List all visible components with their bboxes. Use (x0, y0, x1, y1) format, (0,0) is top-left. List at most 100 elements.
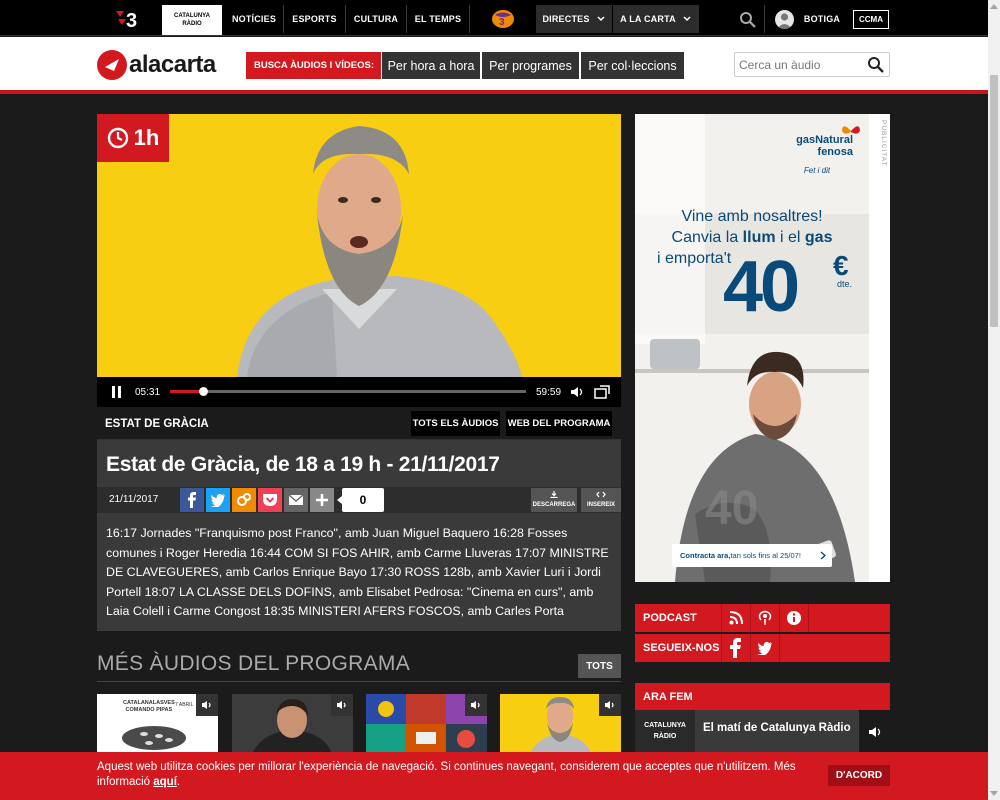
ccma-logo[interactable]: CCMA (853, 10, 889, 29)
empty-cell (779, 634, 890, 662)
ad-brand-subname: fenosa (817, 146, 853, 158)
audio-thumbnail-2[interactable] (232, 694, 353, 754)
rss-button[interactable] (721, 604, 750, 632)
ad-currency: € (833, 250, 849, 281)
scroll-down-arrow-icon[interactable] (990, 791, 998, 796)
advertisement[interactable]: 40 gasNatural fenosa Fet i dit Vine amb … (635, 114, 890, 582)
podcast-bar: PODCAST (635, 604, 890, 632)
info-button[interactable] (779, 604, 808, 632)
catalunya-radio-logo[interactable]: CATALUNYA RÀDIO (162, 5, 222, 35)
accept-cookies-button[interactable]: D'ACORD (828, 765, 890, 786)
alacarta-logo[interactable]: alacarta (97, 50, 216, 80)
seeds-image (122, 726, 186, 750)
follow-us-label: SEGUEIX-NOS (643, 642, 720, 654)
ad-tagline: Fet i dit (803, 166, 831, 175)
now-playing-item[interactable]: CATALUNYA RÀDIO El matí de Catalunya Ràd… (635, 710, 890, 754)
episode-meta-row: 21/11/2017 0 DESCARREGA INSEREIX (97, 487, 621, 513)
popout-icon[interactable] (594, 385, 610, 399)
all-audios-button[interactable]: TOTS ELS ÀUDIOS (411, 411, 500, 436)
thumbnail-1-date: 7 ABRIL (175, 702, 194, 708)
catradio-logo-text-1: CATALUNYA (174, 13, 210, 19)
divider (764, 5, 765, 33)
audio-thumbnail-3[interactable] (366, 694, 487, 754)
scroll-up-arrow-icon[interactable] (990, 4, 998, 9)
meneame-share-button[interactable] (232, 488, 256, 512)
nav-per-programes[interactable]: Per programes (481, 52, 579, 79)
tv3-logo[interactable]: 3 (114, 7, 144, 31)
alacarta-logo-text: alacarta (129, 51, 216, 78)
scrollbar-thumb[interactable] (990, 75, 998, 327)
nav-per-hora-a-hora[interactable]: Per hora a hora (381, 52, 480, 79)
twitter-follow-button[interactable] (750, 634, 779, 662)
twitter-share-button[interactable] (206, 488, 230, 512)
search-icon[interactable] (739, 11, 757, 29)
speaker-icon (605, 701, 614, 709)
download-button[interactable]: DESCARREGA (531, 488, 577, 512)
cookie-message: Aquest web utilitza cookies per millorar… (97, 761, 796, 788)
cookie-banner: Aquest web utilitza cookies per millorar… (0, 752, 988, 800)
user-avatar-icon[interactable] (775, 10, 794, 29)
super3-logo[interactable]: 3 (470, 5, 535, 33)
embed-label: INSEREIX (586, 502, 615, 508)
super3-icon: 3 (491, 10, 514, 28)
nav-a-la-carta[interactable]: A LA CARTA (613, 5, 699, 33)
page-scrollbar[interactable] (988, 0, 1000, 800)
catalunya-radio-logo: CATALUNYA RÀDIO (635, 710, 695, 754)
pause-icon[interactable] (110, 386, 124, 398)
audio-thumbnail-1[interactable]: CATALANALASVES COMANDO PIPAS 7 ABRIL (97, 694, 218, 754)
empty-cell (808, 604, 890, 632)
nav-el-temps[interactable]: EL TEMPS (407, 5, 469, 33)
duration-badge: 1h (97, 114, 169, 162)
program-web-button[interactable]: WEB DEL PROGRAMA (506, 411, 612, 436)
pocket-share-button[interactable] (258, 488, 282, 512)
player-controls: 05:31 59:59 (97, 377, 621, 407)
rss-icon (729, 611, 743, 625)
ad-cta-text: tan sols fins al 25/07! (730, 551, 801, 560)
embed-button[interactable]: INSEREIX (581, 488, 621, 512)
nav-per-colleccions[interactable]: Per col·leccions (580, 52, 684, 79)
nav-directes[interactable]: DIRECTES (536, 5, 612, 33)
progress-bar[interactable] (170, 387, 526, 396)
catradio-logo-text-2: RÀDIO (182, 21, 202, 27)
play-audio-button[interactable] (599, 694, 621, 716)
play-audio-button[interactable] (196, 694, 218, 716)
email-share-button[interactable] (284, 488, 308, 512)
cookie-more-info-link[interactable]: aquí (153, 776, 177, 788)
butterfly-logo-icon (842, 126, 860, 134)
elapsed-time: 05:31 (135, 387, 161, 398)
search-input[interactable]: Cerca un àudio (734, 52, 890, 77)
more-share-button[interactable] (310, 488, 334, 512)
play-audio-button[interactable] (331, 694, 353, 716)
nav-esports[interactable]: ESPORTS (284, 5, 345, 33)
speaker-icon (337, 701, 346, 709)
all-more-audios-button[interactable]: TOTS (578, 654, 621, 678)
search-icon[interactable] (867, 56, 885, 74)
progress-handle[interactable] (198, 387, 208, 396)
program-name[interactable]: ESTAT DE GRÀCIA (105, 418, 209, 430)
svg-text:40: 40 (705, 482, 758, 535)
nav-noticies[interactable]: NOTÍCIES (225, 5, 283, 33)
podcast-label: PODCAST (643, 612, 697, 624)
ad-cta-button[interactable]: Contracta ara, tan sols fins al 25/07! (672, 544, 832, 567)
embed-icon (596, 491, 606, 498)
nav-cultura[interactable]: CULTURA (346, 5, 406, 33)
thumbnail-1-text-2: COMANDO PIPAS (125, 707, 173, 713)
play-live-button[interactable] (859, 710, 890, 754)
ad-background: 40 (635, 114, 869, 582)
live-logo-text-1: CATALUNYA (644, 722, 686, 729)
nav-botiga[interactable]: BOTIGA (802, 5, 842, 33)
play-audio-button[interactable] (465, 694, 487, 716)
audio-player-image[interactable]: 1h (97, 114, 621, 377)
program-info-bar: ESTAT DE GRÀCIA TOTS ELS ÀUDIOS WEB DEL … (97, 408, 621, 440)
presenter-photo (97, 114, 621, 377)
volume-icon[interactable] (570, 386, 584, 398)
apple-podcasts-button[interactable] (750, 604, 779, 632)
facebook-follow-button[interactable] (721, 634, 750, 662)
gas-natural-ad[interactable]: 40 gasNatural fenosa Fet i dit Vine amb … (635, 114, 869, 582)
twitter-icon (210, 493, 225, 507)
facebook-share-button[interactable] (180, 488, 204, 512)
share-counter: 0 (337, 488, 384, 512)
ad-discount-number: 40 (723, 247, 800, 327)
facebook-icon (730, 638, 741, 658)
audio-thumbnail-4[interactable] (500, 694, 621, 754)
